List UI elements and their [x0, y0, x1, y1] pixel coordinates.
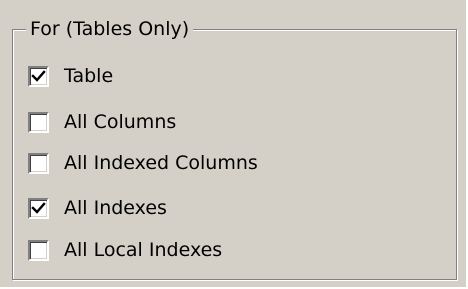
option-all-indexed-columns[interactable]: All Indexed Columns [28, 150, 258, 176]
option-all-local-indexes[interactable]: All Local Indexes [28, 237, 222, 263]
checkbox-all-indexed-columns[interactable] [28, 152, 49, 174]
options-panel: For (Tables Only) Table All Columns All … [0, 0, 468, 289]
checkbox-all-columns[interactable] [28, 111, 49, 133]
option-label-table: Table [64, 65, 114, 87]
option-all-columns[interactable]: All Columns [28, 109, 176, 135]
checkmark-icon [31, 201, 46, 214]
checkbox-all-local-indexes[interactable] [28, 239, 49, 261]
option-table[interactable]: Table [28, 63, 113, 89]
option-all-indexes[interactable]: All Indexes [28, 195, 167, 221]
groupbox-title: For (Tables Only) [26, 16, 194, 42]
checkbox-all-indexes[interactable] [28, 197, 49, 219]
option-label-all-local-indexes: All Local Indexes [64, 239, 223, 261]
checkmark-icon [31, 69, 46, 82]
option-label-all-indexed-columns: All Indexed Columns [64, 152, 258, 174]
option-label-all-columns: All Columns [64, 111, 177, 133]
checkbox-table[interactable] [28, 65, 49, 87]
option-label-all-indexes: All Indexes [64, 197, 167, 219]
